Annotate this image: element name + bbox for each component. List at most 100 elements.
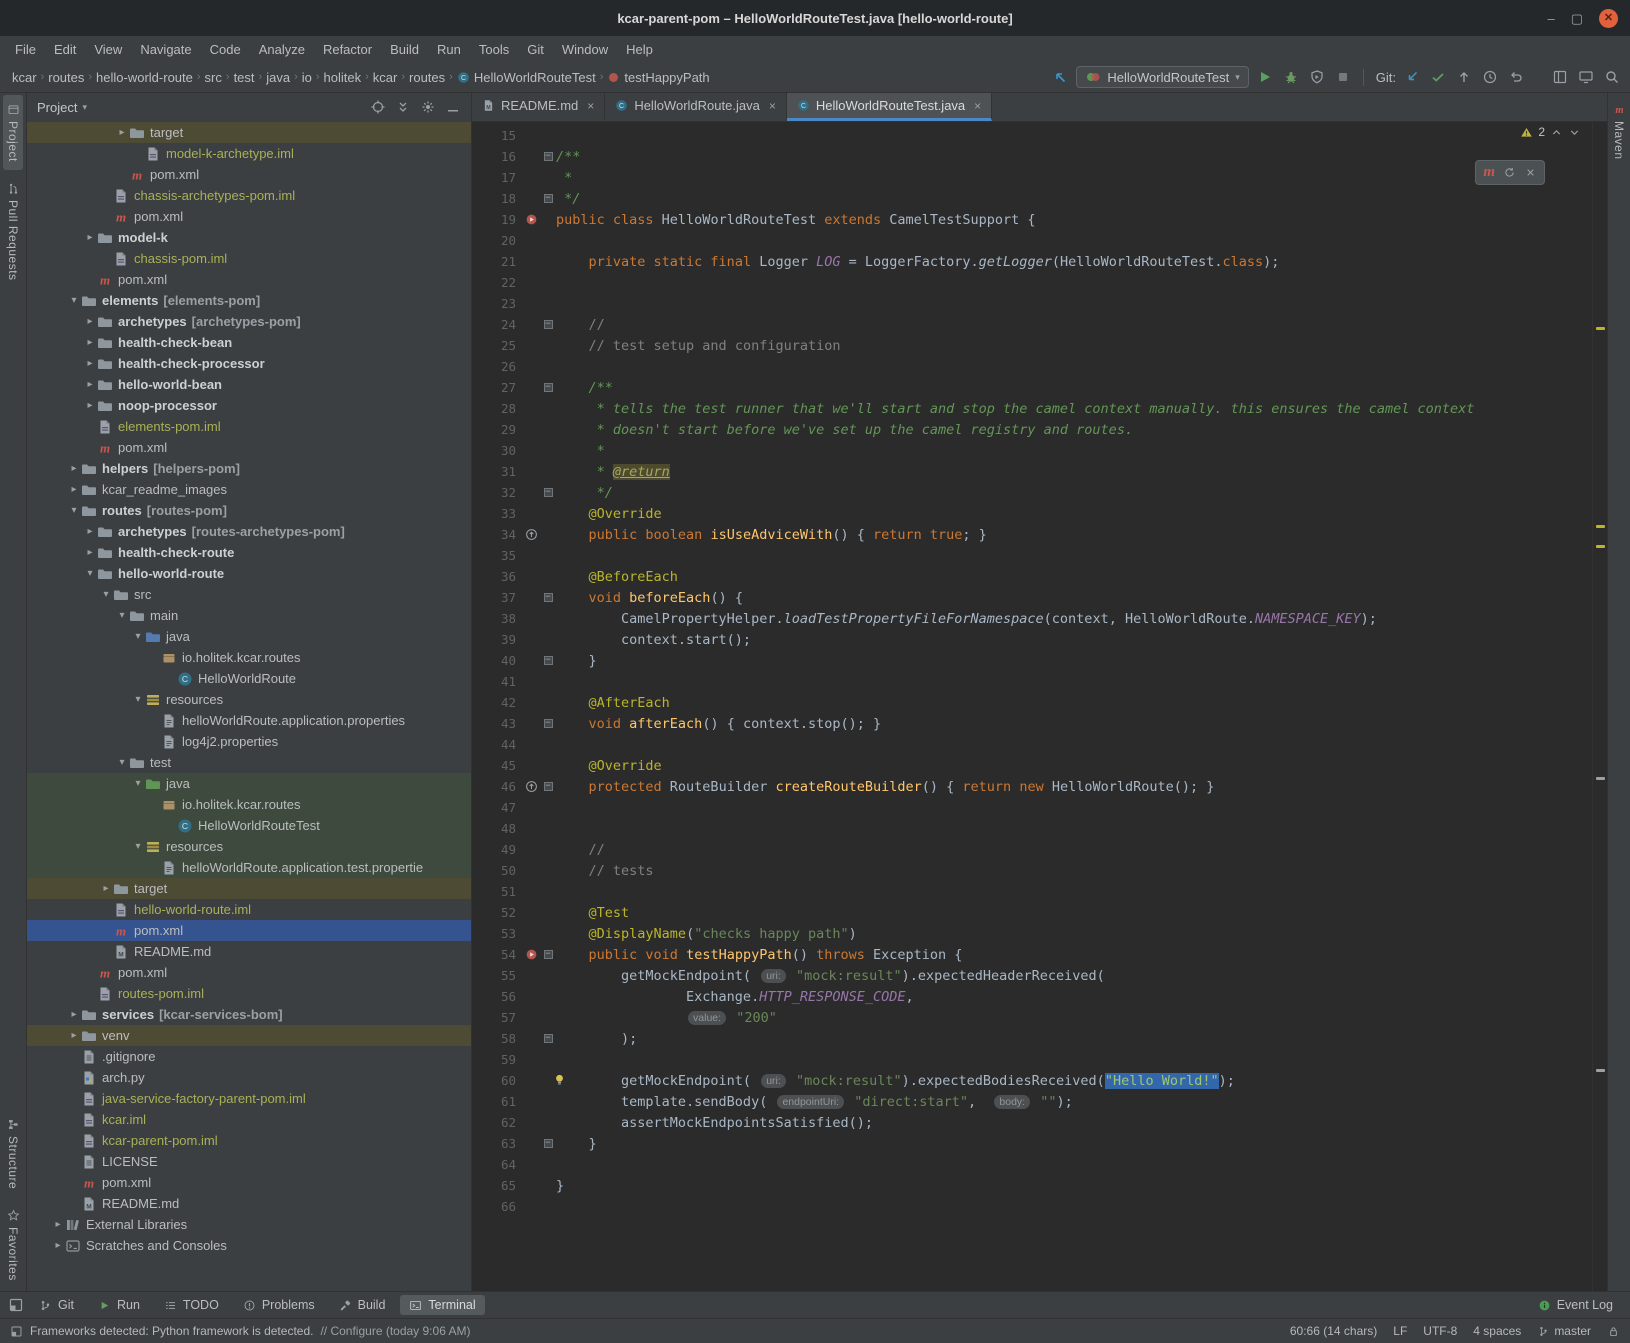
line-number[interactable]: 58 [472,1031,522,1046]
tool-window-button-terminal[interactable]: Terminal [400,1295,485,1315]
tree-item-pom-xml[interactable]: m pom.xml [27,206,471,227]
breadcrumb-item-holitek[interactable]: holitek [322,70,364,85]
tool-window-button-run[interactable]: Run [89,1295,149,1315]
line-number[interactable]: 28 [472,401,522,416]
chevron-right-icon[interactable]: ▸ [83,337,97,348]
status-action[interactable]: // Configure (today 9:06 AM) [320,1324,470,1338]
tree-item-archetypes[interactable]: ▸ archetypes [routes-archetypes-pom] [27,521,471,542]
tree-item-chassis-archetypes-pom-iml[interactable]: chassis-archetypes-pom.iml [27,185,471,206]
chevron-right-icon[interactable]: ▸ [67,463,81,474]
tree-item-resources[interactable]: ▾ resources [27,689,471,710]
tree-item-readme-md[interactable]: M README.md [27,941,471,962]
line-number[interactable]: 41 [472,674,522,689]
tab-close-icon[interactable]: × [587,99,594,113]
maven-reload-widget[interactable]: m [1475,160,1545,185]
line-number[interactable]: 31 [472,464,522,479]
chevron-down-icon[interactable]: ▾ [131,694,145,705]
menu-help[interactable]: Help [617,39,662,60]
chev-up-icon[interactable] [1550,126,1563,139]
line-number[interactable]: 48 [472,821,522,836]
line-number[interactable]: 27 [472,380,522,395]
chevron-down-icon[interactable]: ▾ [67,505,81,516]
tree-item-elements[interactable]: ▾ elements [elements-pom] [27,290,471,311]
tool-window-button-git[interactable]: Git [30,1295,83,1315]
tree-item-elements-pom-iml[interactable]: elements-pom.iml [27,416,471,437]
menu-run[interactable]: Run [428,39,470,60]
toolwindows-icon[interactable] [1552,69,1568,85]
tree-item-model-k[interactable]: ▸ model-k [27,227,471,248]
tool-stripe-tab-project[interactable]: Project [3,95,23,170]
chevron-right-icon[interactable]: ▸ [83,547,97,558]
breadcrumb-item-testhappypath[interactable]: testHappyPath [605,70,711,85]
tree-item-routes-pom-iml[interactable]: routes-pom.iml [27,983,471,1004]
fold-marker-icon[interactable]: − [543,194,553,203]
tool-window-button-todo[interactable]: TODO [155,1295,228,1315]
line-number[interactable]: 30 [472,443,522,458]
debug-icon[interactable] [1283,69,1299,85]
line-number[interactable]: 16 [472,149,522,164]
line-number[interactable]: 33 [472,506,522,521]
fold-marker-icon[interactable]: − [543,593,553,602]
project-panel-title[interactable]: Project ▾ [37,100,87,115]
fold-marker-icon[interactable]: − [543,656,553,665]
next-warning-icon-slot[interactable] [1568,126,1581,139]
chevron-down-icon[interactable]: ▾ [67,295,81,306]
breadcrumb-item-routes[interactable]: routes [46,70,86,85]
screens-icon[interactable] [1578,69,1594,85]
play-icon[interactable] [1257,69,1273,85]
reload-icon-slot[interactable] [1503,166,1516,179]
line-number[interactable]: 15 [472,128,522,143]
chevron-down-icon[interactable]: ▾ [99,589,113,600]
tree-item-target[interactable]: ▸ target [27,878,471,899]
menu-file[interactable]: File [6,39,45,60]
tree-item-test[interactable]: ▾ test [27,752,471,773]
line-number[interactable]: 50 [472,863,522,878]
tree-item-kcar-parent-pom-iml[interactable]: kcar-parent-pom.iml [27,1130,471,1151]
file-encoding[interactable]: UTF-8 [1423,1324,1457,1338]
line-number[interactable]: 34 [472,527,522,542]
tree-item-services[interactable]: ▸ services [kcar-services-bom] [27,1004,471,1025]
tree-item-health-check-processor[interactable]: ▸ health-check-processor [27,353,471,374]
run-icon[interactable] [525,948,538,961]
tree-item-venv[interactable]: ▸ venv [27,1025,471,1046]
fold-marker-icon[interactable]: − [543,1034,553,1043]
menu-git[interactable]: Git [518,39,553,60]
dismiss-icon-slot[interactable] [1524,166,1537,179]
line-number[interactable]: 60 [472,1073,522,1088]
title-bar[interactable]: kcar-parent-pom – HelloWorldRouteTest.ja… [0,0,1630,36]
chevron-right-icon[interactable]: ▸ [67,1009,81,1020]
refresh-icon[interactable] [1503,166,1516,179]
error-stripe-mark[interactable] [1596,326,1605,330]
breadcrumb-item-kcar[interactable]: kcar [10,70,39,85]
tree-item-io-holitek-kcar-routes[interactable]: io.holitek.kcar.routes [27,794,471,815]
toolswitch-icon[interactable] [8,1297,24,1313]
editor-tab-helloworldroutetest-java[interactable]: C HelloWorldRouteTest.java × [786,93,993,121]
chevron-right-icon[interactable]: ▸ [51,1240,65,1251]
run-config-select[interactable]: HelloWorldRouteTest ▾ [1076,66,1249,88]
tree-item-helloworldroute-application-properties[interactable]: helloWorldRoute.application.properties [27,710,471,731]
line-number[interactable]: 42 [472,695,522,710]
chevron-down-icon[interactable]: ▾ [115,610,129,621]
line-number[interactable]: 32 [472,485,522,500]
chevron-right-icon[interactable]: ▸ [67,484,81,495]
line-number[interactable]: 18 [472,191,522,206]
line-number[interactable]: 62 [472,1115,522,1130]
line-number[interactable]: 26 [472,359,522,374]
push-icon[interactable] [1456,69,1472,85]
line-number[interactable]: 53 [472,926,522,941]
chevron-right-icon[interactable]: ▸ [99,883,113,894]
tree-item-pom-xml[interactable]: m pom.xml [27,437,471,458]
menu-edit[interactable]: Edit [45,39,85,60]
tree-item-license[interactable]: LICENSE [27,1151,471,1172]
settings-icon[interactable] [420,99,436,115]
error-stripe[interactable] [1592,122,1607,1291]
line-number[interactable]: 66 [472,1199,522,1214]
menu-analyze[interactable]: Analyze [250,39,314,60]
coverage-icon[interactable] [1309,69,1325,85]
breadcrumb-item-src[interactable]: src [203,70,224,85]
tree-item-helloworldroute[interactable]: C HelloWorldRoute [27,668,471,689]
breadcrumb-item-helloworldroutetest[interactable]: C HelloWorldRouteTest [455,70,598,85]
tool-stripe-tab-structure[interactable]: Structure [3,1110,23,1197]
tree-item-pom-xml[interactable]: m pom.xml [27,1172,471,1193]
tree-item-resources[interactable]: ▾ resources [27,836,471,857]
